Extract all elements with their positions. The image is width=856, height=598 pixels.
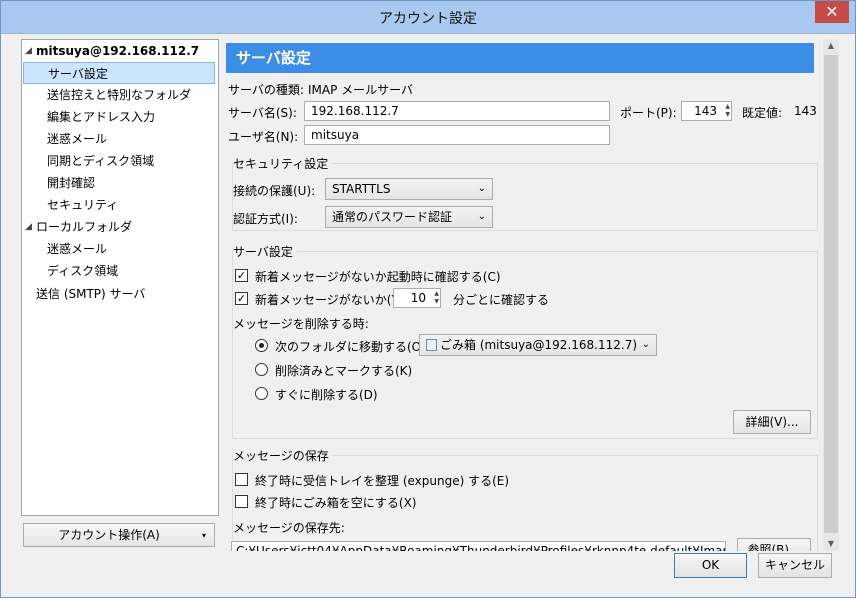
- auth-method-label: 認証方式(I):: [233, 212, 298, 226]
- chevron-down-icon: ⌄: [641, 339, 650, 350]
- default-port-value: 143: [794, 104, 817, 118]
- collapse-icon[interactable]: ◢: [25, 46, 32, 56]
- server-name-field[interactable]: 192.168.112.7: [304, 101, 610, 121]
- check-startup-checkbox[interactable]: ✓: [235, 269, 248, 282]
- connection-security-select[interactable]: STARTTLS ⌄: [325, 178, 493, 200]
- port-value: 143: [694, 104, 717, 118]
- trash-icon: [426, 339, 437, 351]
- delete-behavior-label: メッセージを削除する時:: [233, 317, 369, 331]
- empty-trash-label[interactable]: 終了時にごみ箱を空にする(X): [255, 494, 416, 511]
- tree-item-junk[interactable]: 迷惑メール: [47, 128, 107, 150]
- ok-button[interactable]: OK: [674, 553, 747, 578]
- tree-item-local-junk[interactable]: 迷惑メール: [47, 238, 107, 260]
- check-every-label[interactable]: 新着メッセージがないか(Y): [255, 291, 403, 308]
- server-settings-group: サーバ設定 ✓ 新着メッセージがないか起動時に確認する(C) ✓ 新着メッセージ…: [232, 243, 818, 439]
- close-button[interactable]: ✕: [815, 1, 849, 23]
- storage-path-field[interactable]: C:¥Users¥ictt04¥AppData¥Roaming¥Thunderb…: [231, 541, 726, 551]
- tree-item-server-settings[interactable]: サーバ設定: [23, 62, 215, 84]
- collapse-icon[interactable]: ◢: [25, 222, 32, 232]
- auth-method-value: 通常のパスワード認証: [332, 210, 453, 224]
- spin-up-icon[interactable]: ▲: [429, 290, 439, 298]
- auth-method-select[interactable]: 通常のパスワード認証 ⌄: [325, 206, 493, 228]
- vertical-scrollbar[interactable]: ▲ ▼: [823, 39, 839, 551]
- storage-group: メッセージの保存 終了時に受信トレイを整理 (expunge) する(E) 終了…: [231, 447, 818, 551]
- username-field[interactable]: mitsuya: [304, 125, 610, 145]
- move-to-folder-label[interactable]: 次のフォルダに移動する(O):: [275, 338, 430, 355]
- security-group: セキュリティ設定 接続の保護(U): STARTTLS ⌄ 認証方式(I): 通…: [232, 155, 818, 231]
- check-every-checkbox[interactable]: ✓: [235, 292, 248, 305]
- server-name-label: サーバ名(S):: [228, 106, 297, 120]
- tree-item-local-folders[interactable]: ローカルフォルダ: [36, 216, 132, 238]
- trash-folder-value: ごみ箱 (mitsuya@192.168.112.7): [440, 338, 638, 352]
- port-label: ポート(P):: [620, 106, 677, 120]
- server-settings-caption: サーバ設定: [233, 243, 297, 260]
- mark-deleted-label[interactable]: 削除済みとマークする(K): [275, 362, 412, 379]
- tree-item-copies-folders[interactable]: 送信控えと特別なフォルダ: [47, 84, 191, 106]
- empty-trash-checkbox[interactable]: [235, 495, 248, 508]
- tree-item-composition[interactable]: 編集とアドレス入力: [47, 106, 155, 128]
- security-caption: セキュリティ設定: [233, 155, 333, 172]
- move-to-folder-radio[interactable]: [255, 339, 268, 352]
- expunge-label[interactable]: 終了時に受信トレイを整理 (expunge) する(E): [255, 472, 509, 489]
- tree-item-security[interactable]: セキュリティ: [47, 194, 118, 216]
- account-tree[interactable]: ◢ mitsuya@192.168.112.7 サーバ設定 送信控えと特別なフォ…: [21, 39, 219, 516]
- port-stepper[interactable]: 143 ▲ ▼: [681, 101, 732, 121]
- window-title: アカウント設定: [379, 11, 477, 27]
- spin-down-icon[interactable]: ▼: [429, 298, 439, 306]
- scroll-down-icon[interactable]: ▼: [823, 539, 839, 548]
- interval-value: 10: [410, 291, 426, 305]
- connection-security-label: 接続の保護(U):: [233, 184, 316, 198]
- default-port-label: 既定値:: [742, 106, 783, 120]
- interval-stepper[interactable]: 10 ▲ ▼: [393, 288, 441, 308]
- tree-item-local-disk[interactable]: ディスク領域: [47, 260, 118, 282]
- server-type-label: サーバの種類:: [228, 83, 304, 97]
- storage-caption: メッセージの保存: [233, 447, 333, 464]
- account-settings-window: アカウント設定 ✕ ◢ mitsuya@192.168.112.7 サーバ設定 …: [0, 0, 856, 598]
- tree-item-receipts[interactable]: 開封確認: [47, 172, 95, 194]
- spin-down-icon[interactable]: ▼: [720, 111, 730, 119]
- tree-item-sync-disk[interactable]: 同期とディスク領域: [47, 150, 154, 172]
- mark-deleted-radio[interactable]: [255, 363, 268, 376]
- username-label: ユーザ名(N):: [228, 130, 299, 144]
- browse-button[interactable]: 参照(B)...: [737, 538, 811, 551]
- trash-folder-select[interactable]: ごみ箱 (mitsuya@192.168.112.7) ⌄: [419, 334, 657, 356]
- interval-suffix: 分ごとに確認する: [453, 293, 550, 307]
- account-actions-button[interactable]: アカウント操作(A) ▾: [23, 523, 215, 547]
- delete-now-label[interactable]: すぐに削除する(D): [275, 386, 378, 403]
- settings-panel: サーバ設定 サーバの種類: IMAP メールサーバ サーバ名(S): 192.1…: [224, 39, 820, 551]
- scroll-thumb[interactable]: [824, 55, 838, 533]
- tree-item-account[interactable]: mitsuya@192.168.112.7: [36, 40, 199, 62]
- chevron-down-icon: ⌄: [477, 211, 486, 222]
- scroll-up-icon[interactable]: ▲: [823, 41, 839, 50]
- title-bar: アカウント設定 ✕: [1, 1, 855, 34]
- advanced-button[interactable]: 詳細(V)...: [733, 410, 811, 434]
- server-type-value: IMAP メールサーバ: [308, 83, 414, 97]
- tree-item-smtp[interactable]: 送信 (SMTP) サーバ: [36, 283, 145, 305]
- delete-now-radio[interactable]: [255, 387, 268, 400]
- page-title: サーバ設定: [226, 43, 814, 73]
- storage-path-label: メッセージの保存先:: [233, 521, 345, 535]
- check-startup-label[interactable]: 新着メッセージがないか起動時に確認する(C): [255, 268, 501, 285]
- cancel-button[interactable]: キャンセル: [758, 553, 832, 578]
- dropdown-arrow-icon: ▾: [201, 531, 206, 540]
- account-actions-label: アカウント操作(A): [58, 528, 160, 542]
- connection-security-value: STARTTLS: [332, 182, 391, 196]
- expunge-checkbox[interactable]: [235, 473, 248, 486]
- spin-up-icon[interactable]: ▲: [720, 103, 730, 111]
- chevron-down-icon: ⌄: [477, 183, 486, 194]
